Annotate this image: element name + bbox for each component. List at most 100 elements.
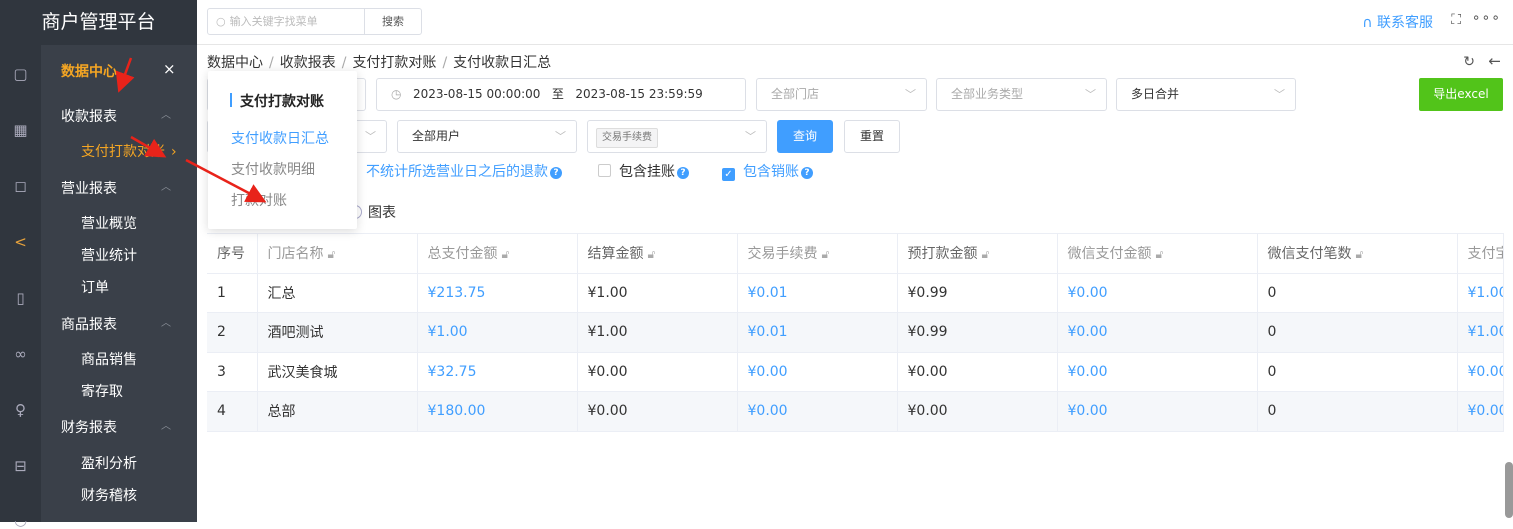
export-excel-button[interactable]: 导出excel [1419, 78, 1503, 111]
chevron-down-icon: ﹀ [555, 130, 566, 143]
menu-search-input[interactable]: ○ 输入关键字找菜单 [207, 8, 365, 35]
summary-table: 序号 门店名称 🔓︎ 总支付金额 🔓︎ 结算金额 🔓︎ 交易手续费 🔓︎ 预打款金额 🔓︎… [207, 233, 1504, 432]
refresh-icon[interactable]: ↻ [1463, 54, 1475, 70]
merge-select[interactable]: 多日合并 ﹀ [1116, 78, 1296, 111]
menu-item-statistics[interactable]: 营业统计 [81, 245, 137, 265]
chevron-down-icon: ﹀ [365, 130, 376, 143]
column-header[interactable]: 门店名称 🔓︎ [257, 233, 418, 274]
lock-icon[interactable]: 🔓︎ [982, 247, 990, 261]
submenu-item-payment-detail[interactable]: 支付收款明细 [231, 159, 315, 179]
bike-icon[interactable]: ∞ [0, 345, 41, 363]
brand-title: 商户管理平台 [0, 0, 197, 45]
fullscreen-icon[interactable]: ⛶ [1451, 12, 1461, 28]
clock-icon: ◷ [391, 87, 402, 101]
breadcrumb-item[interactable]: 数据中心 [207, 55, 263, 71]
help-icon[interactable]: ? [801, 167, 813, 179]
column-header: 序号 [207, 233, 258, 274]
calendar-icon[interactable]: ▦ [0, 121, 41, 139]
table-row: 1汇总 ¥213.75¥1.00 ¥0.01¥0.99 ¥0.000 ¥1.00 [207, 273, 1504, 313]
column-header[interactable]: 预打款金额 🔓︎ [897, 233, 1058, 274]
submenu-item-daily-summary[interactable]: 支付收款日汇总 [231, 128, 329, 148]
column-header[interactable]: 微信支付金额 🔓︎ [1057, 233, 1258, 274]
chevron-up-icon: ︿ [161, 318, 171, 329]
menu-header: 数据中心 [61, 64, 117, 80]
submenu-title: 支付打款对账 [240, 94, 324, 110]
help-icon[interactable]: ? [677, 167, 689, 179]
lock-icon[interactable]: 🔓︎ [1156, 247, 1164, 261]
user-select[interactable]: 全部用户 ﹀ [397, 120, 577, 153]
chevron-down-icon: ﹀ [1085, 88, 1096, 101]
chevron-down-icon: ﹀ [1274, 88, 1285, 101]
breadcrumb-item[interactable]: 收款报表 [280, 55, 336, 71]
truck-icon[interactable]: ⊟ [0, 457, 41, 475]
menu-item-audit[interactable]: 财务稽核 [81, 485, 137, 505]
column-header[interactable]: 支付宝 [1457, 233, 1504, 274]
menu-group-business[interactable]: 营业报表 ︿ [61, 178, 181, 198]
scrollbar-thumb[interactable] [1505, 462, 1513, 518]
menu-item-storage[interactable]: 寄存取 [81, 381, 123, 401]
column-header[interactable]: 总支付金额 🔓︎ [417, 233, 578, 274]
chevron-up-icon: ︿ [161, 182, 171, 193]
contact-service-link[interactable]: ∩ 联系客服 [1362, 12, 1433, 32]
table-header-row: 序号 门店名称 🔓︎ 总支付金额 🔓︎ 结算金额 🔓︎ 交易手续费 🔓︎ 预打款金额 🔓︎… [207, 233, 1504, 274]
user-icon[interactable]: ♀ [0, 401, 41, 419]
lock-icon[interactable]: 🔓︎ [328, 247, 336, 261]
column-header[interactable]: 交易手续费 🔓︎ [737, 233, 898, 274]
top-bar: 商户管理平台 ○ 输入关键字找菜单 搜索 ∩ 联系客服 ⛶ ∘∘∘ [0, 0, 1513, 45]
chevron-up-icon: ︿ [161, 110, 171, 121]
lock-icon[interactable]: 🔓︎ [1356, 247, 1364, 261]
checkbox[interactable] [598, 164, 611, 177]
include-writeoff-checkbox[interactable]: ✓ 包含销账? [722, 161, 813, 181]
search-button[interactable]: 搜索 [364, 8, 422, 35]
table-row: 3 武汉美食城 ¥32.75 ¥0.00 ¥0.00 ¥0.00 ¥0.00 0 ¥0.… [207, 352, 1504, 392]
help-icon[interactable]: ? [550, 167, 562, 179]
business-type-select[interactable]: 全部业务类型 ﹀ [936, 78, 1107, 111]
breadcrumb: 数据中心 / 收款报表 / 支付打款对账 / 支付收款日汇总 [207, 55, 552, 71]
chevron-up-icon: ︿ [161, 421, 171, 432]
lock-icon[interactable]: 🔓︎ [648, 247, 656, 261]
menu-group-products[interactable]: 商品报表 ︿ [61, 314, 181, 334]
column-header[interactable]: 结算金额 🔓︎ [577, 233, 738, 274]
menu-group-payments[interactable]: 收款报表 ︿ [61, 106, 181, 126]
table-row: 4总部 ¥180.00¥0.00 ¥0.00¥0.00 ¥0.000 ¥0.00 [207, 391, 1504, 432]
misc-icon[interactable]: ◡ [0, 511, 41, 529]
lock-icon[interactable]: 🔓︎ [502, 247, 510, 261]
more-icon[interactable]: ∘∘∘ [1472, 10, 1501, 26]
menu-item-orders[interactable]: 订单 [81, 277, 109, 297]
menu-item-overview[interactable]: 营业概览 [81, 213, 137, 233]
table-row: 2酒吧测试 ¥1.00¥1.00 ¥0.01¥0.99 ¥0.000 ¥1.00 [207, 312, 1504, 353]
bag-icon[interactable]: ◻ [0, 177, 41, 195]
menu-item-payment-reconcile[interactable]: 支付打款对账 › [81, 141, 177, 161]
lock-icon[interactable]: 🔓︎ [822, 247, 830, 261]
headset-icon: ∩ [1362, 15, 1373, 31]
store-icon[interactable]: ▢ [0, 65, 41, 83]
reset-button[interactable]: 重置 [844, 120, 900, 153]
menu-item-profit[interactable]: 盈利分析 [81, 453, 137, 473]
icon-rail: ▢ ▦ ◻ < ▯ ∞ ♀ ⊟ ◡ [0, 45, 41, 529]
checkbox-checked[interactable]: ✓ [722, 168, 735, 181]
chevron-down-icon: ﹀ [905, 88, 916, 101]
side-menu: 数据中心 × 收款报表 ︿ 支付打款对账 › 营业报表 ︿ 营业概览 营业统计 订单 … [41, 45, 197, 522]
device-icon[interactable]: ▯ [0, 289, 41, 307]
chevron-right-icon: › [171, 144, 177, 160]
fee-multi-select[interactable]: 交易手续费 ﹀ [587, 120, 767, 153]
store-select[interactable]: 全部门店 ﹀ [756, 78, 927, 111]
refund-note: ，不统计所选营业日之后的退款? [352, 161, 562, 181]
back-arrow-icon[interactable]: ← [1488, 52, 1501, 70]
submenu-item-payout-reconcile[interactable]: 打款对账 [231, 190, 287, 210]
submenu-popup: 支付打款对账 支付收款日汇总 支付收款明细 打款对账 [208, 71, 357, 229]
date-range-picker[interactable]: ◷ 2023-08-15 00:00:00 至 2023-08-15 23:59… [376, 78, 746, 111]
include-pending-checkbox[interactable]: 包含挂账? [598, 161, 689, 181]
search-icon: ○ [216, 15, 226, 28]
menu-group-finance[interactable]: 财务报表 ︿ [61, 417, 181, 437]
chart-radio[interactable]: 图表 [352, 202, 396, 222]
fee-tag[interactable]: 交易手续费 [596, 128, 658, 148]
column-header[interactable]: 微信支付笔数 🔓︎ [1257, 233, 1458, 274]
menu-item-product-sales[interactable]: 商品销售 [81, 349, 137, 369]
close-icon[interactable]: × [163, 60, 176, 78]
breadcrumb-item[interactable]: 支付打款对账 [352, 55, 436, 71]
share-icon[interactable]: < [0, 233, 41, 251]
breadcrumb-item: 支付收款日汇总 [453, 55, 552, 71]
chevron-down-icon: ﹀ [745, 130, 756, 143]
query-button[interactable]: 查询 [777, 120, 833, 153]
